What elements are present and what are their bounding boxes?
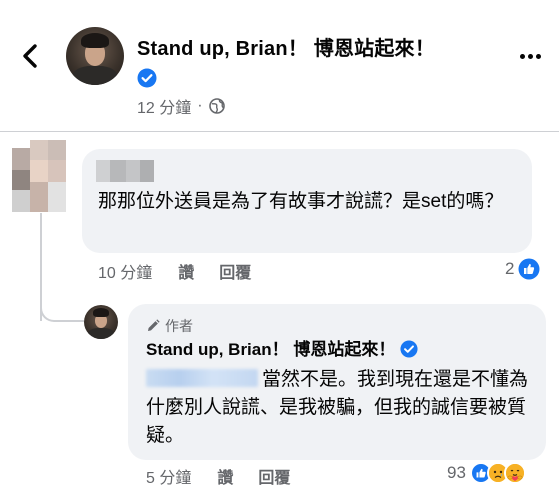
author-avatar[interactable] — [84, 305, 118, 339]
comment-reactions[interactable]: 2 — [505, 258, 540, 280]
reaction-stack — [469, 462, 526, 484]
reaction-count: 2 — [505, 259, 515, 278]
reply-reaction-count: 93 — [447, 463, 466, 482]
more-options-button[interactable] — [512, 44, 548, 68]
page-avatar[interactable] — [66, 27, 124, 85]
page-title-text: Stand up, Brian！ 博恩站起來！ — [137, 38, 435, 60]
post-time[interactable]: 12 分鐘 — [137, 94, 191, 118]
globe-icon — [208, 98, 225, 114]
author-badge: 作者 — [146, 316, 193, 336]
comment-text: 那那位外送員是為了有故事才說謊？是set的嗎？ — [98, 191, 504, 212]
page-title[interactable]: Stand up, Brian！ 博恩站起來！ — [137, 34, 437, 94]
back-arrow-icon — [23, 44, 37, 68]
reply-button[interactable]: 回覆 — [219, 259, 251, 283]
like-button[interactable]: 讚 — [178, 259, 194, 283]
back-button[interactable] — [14, 40, 46, 72]
like-reaction-icon — [518, 258, 540, 280]
reply-time[interactable]: 5 分鐘 — [146, 464, 191, 488]
verified-badge-icon — [137, 68, 157, 88]
reply-reactions[interactable]: 93 — [447, 462, 526, 484]
care-reaction-icon — [503, 462, 526, 484]
reply-actions: 5 分鐘 讚 回覆 — [146, 464, 315, 488]
more-icon — [519, 53, 525, 59]
thread-connector — [40, 290, 84, 322]
pencil-icon — [148, 319, 160, 331]
commenter-avatar[interactable] — [12, 140, 66, 212]
mention-redacted[interactable] — [146, 369, 258, 387]
author-name[interactable]: Stand up, Brian！ 博恩站起來！ — [146, 338, 418, 362]
reply-text-block: 當然不是。我到現在還是不懂為什麼別人說謊、是我被騙，但我的誠信要被質疑。 — [146, 366, 536, 450]
comment-actions: 10 分鐘 讚 回覆 — [98, 259, 276, 283]
meta-separator: · — [197, 97, 203, 114]
author-tag-label: 作者 — [165, 318, 193, 334]
reply-reply-button[interactable]: 回覆 — [258, 464, 290, 488]
verified-badge-icon — [400, 340, 418, 358]
reply-like-button[interactable]: 讚 — [217, 464, 233, 488]
commenter-name-redacted — [96, 160, 154, 182]
post-meta: 12 分鐘 · — [137, 94, 225, 118]
author-name-text: Stand up, Brian！ 博恩站起來！ — [146, 340, 396, 359]
header-divider — [0, 131, 559, 132]
comment-time[interactable]: 10 分鐘 — [98, 259, 152, 283]
